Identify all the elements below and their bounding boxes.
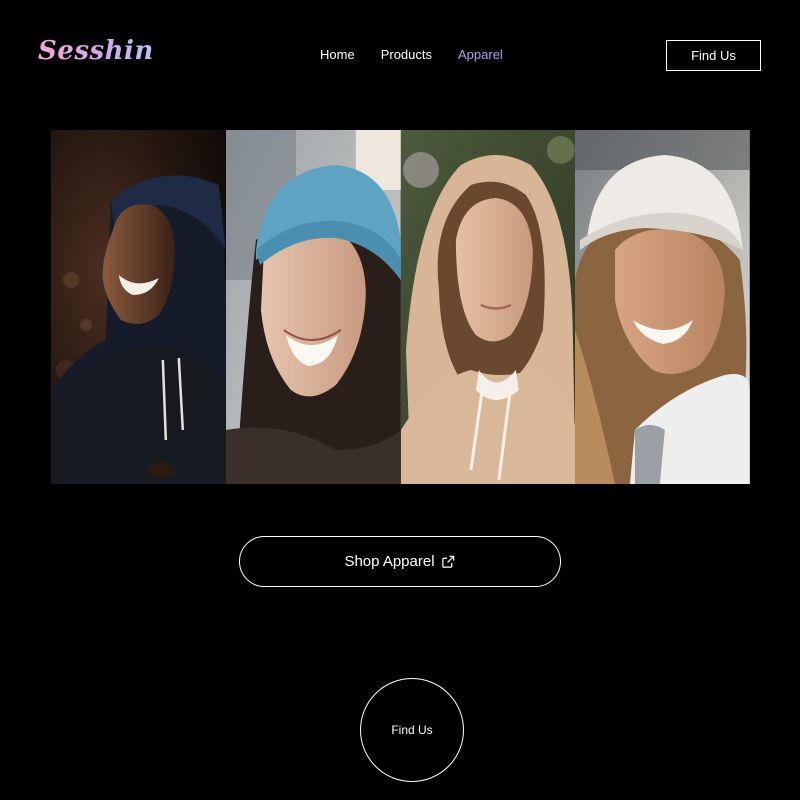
gallery-photo-cap-woman bbox=[575, 130, 750, 484]
shop-apparel-button[interactable]: Shop Apparel bbox=[239, 536, 561, 587]
gallery-photo-beige-hoodie-woman bbox=[400, 130, 576, 484]
nav-item-home[interactable]: Home bbox=[320, 47, 355, 62]
brand-logo[interactable]: Sesshin bbox=[38, 36, 154, 66]
photo-gallery bbox=[51, 130, 750, 484]
gallery-photo-beanie-woman bbox=[225, 130, 401, 484]
gallery-photo-hoodie-man bbox=[51, 130, 226, 484]
find-us-circle-button[interactable]: Find Us bbox=[360, 678, 464, 782]
find-us-button[interactable]: Find Us bbox=[666, 40, 761, 71]
external-link-icon bbox=[441, 554, 456, 569]
main-nav: Home Products Apparel bbox=[320, 47, 503, 62]
nav-item-products[interactable]: Products bbox=[381, 47, 432, 62]
shop-apparel-label: Shop Apparel bbox=[344, 553, 435, 570]
nav-item-apparel[interactable]: Apparel bbox=[458, 47, 503, 62]
